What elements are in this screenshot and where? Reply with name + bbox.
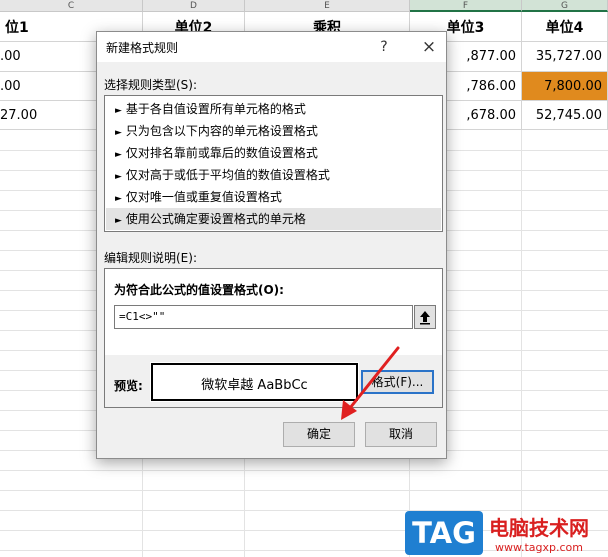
column-header-f[interactable]: F	[410, 0, 522, 12]
column-header-e[interactable]: E	[245, 0, 410, 12]
preview-box: 微软卓越 AaBbCc	[150, 362, 359, 402]
format-button[interactable]: 格式(F)...	[361, 370, 434, 394]
triangle-right-icon: ►	[115, 150, 122, 160]
rule-type-item[interactable]: ► 仅对排名靠前或靠后的数值设置格式	[106, 142, 441, 164]
column-header-d[interactable]: D	[143, 0, 245, 12]
triangle-right-icon: ►	[115, 216, 122, 226]
rule-type-label: 选择规则类型(S):	[104, 78, 198, 92]
cell-header-g[interactable]: 单位4	[522, 12, 608, 42]
dialog-titlebar[interactable]: 新建格式规则 ? ×	[97, 32, 446, 62]
tag-logo: TAG	[405, 511, 483, 555]
rule-type-list[interactable]: ► 基于各自值设置所有单元格的格式 ► 只为包含以下内容的单元格设置格式 ► 仅对排名…	[104, 95, 443, 232]
rule-type-item-selected[interactable]: ► 使用公式确定要设置格式的单元格	[106, 208, 441, 230]
preview-text: 微软卓越 AaBbCc	[201, 378, 308, 393]
rule-type-item[interactable]: ► 基于各自值设置所有单元格的格式	[106, 98, 441, 120]
preview-label: 预览:	[114, 379, 143, 393]
range-select-icon	[420, 311, 430, 325]
rule-type-label-text: 仅对高于或低于平均值的数值设置格式	[125, 168, 330, 182]
rule-type-label-text: 基于各自值设置所有单元格的格式	[125, 102, 306, 116]
cell-r1-g[interactable]: 35,727.00	[522, 42, 608, 72]
triangle-right-icon: ►	[115, 128, 122, 138]
triangle-right-icon: ►	[115, 194, 122, 204]
watermark-url: www.tagxp.com	[495, 541, 583, 554]
formula-input[interactable]: =C1<>""	[114, 305, 413, 329]
rule-type-label-text: 使用公式确定要设置格式的单元格	[125, 212, 306, 226]
cancel-button[interactable]: 取消	[365, 422, 437, 447]
column-header-g[interactable]: G	[522, 0, 608, 12]
collapse-dialog-button[interactable]	[414, 305, 436, 329]
rule-type-item[interactable]: ► 只为包含以下内容的单元格设置格式	[106, 120, 441, 142]
close-icon[interactable]: ×	[418, 36, 440, 58]
edit-description-label: 编辑规则说明(E):	[104, 251, 197, 265]
cell-r3-g[interactable]: 52,745.00	[522, 101, 608, 130]
dialog-title: 新建格式规则	[106, 41, 179, 55]
new-format-rule-dialog: 新建格式规则 ? × 选择规则类型(S): ► 基于各自值设置所有单元格的格式 ►…	[96, 31, 447, 459]
grid-line	[0, 490, 608, 491]
rule-description-panel: 为符合此公式的值设置格式(O): =C1<>"" 预览: 微软卓越 AaBbCc…	[104, 268, 443, 408]
rule-type-item[interactable]: ► 仅对唯一值或重复值设置格式	[106, 186, 441, 208]
rule-type-label-text: 仅对唯一值或重复值设置格式	[125, 190, 282, 204]
triangle-right-icon: ►	[115, 172, 122, 182]
ok-button[interactable]: 确定	[283, 422, 355, 447]
grid-line	[0, 470, 608, 471]
triangle-right-icon: ►	[115, 106, 122, 116]
grid-line	[521, 130, 522, 557]
column-header-c[interactable]: C	[0, 0, 143, 12]
formula-label: 为符合此公式的值设置格式(O):	[114, 283, 284, 297]
help-button[interactable]: ?	[373, 36, 395, 58]
rule-type-label-text: 只为包含以下内容的单元格设置格式	[125, 124, 318, 138]
rule-type-label-text: 仅对排名靠前或靠后的数值设置格式	[125, 146, 318, 160]
rule-type-item[interactable]: ► 仅对高于或低于平均值的数值设置格式	[106, 164, 441, 186]
watermark-site-name: 电脑技术网	[489, 516, 589, 540]
watermark: TAG 电脑技术网 www.tagxp.com	[405, 511, 608, 557]
cell-r2-g-highlighted[interactable]: 7,800.00	[522, 72, 608, 101]
